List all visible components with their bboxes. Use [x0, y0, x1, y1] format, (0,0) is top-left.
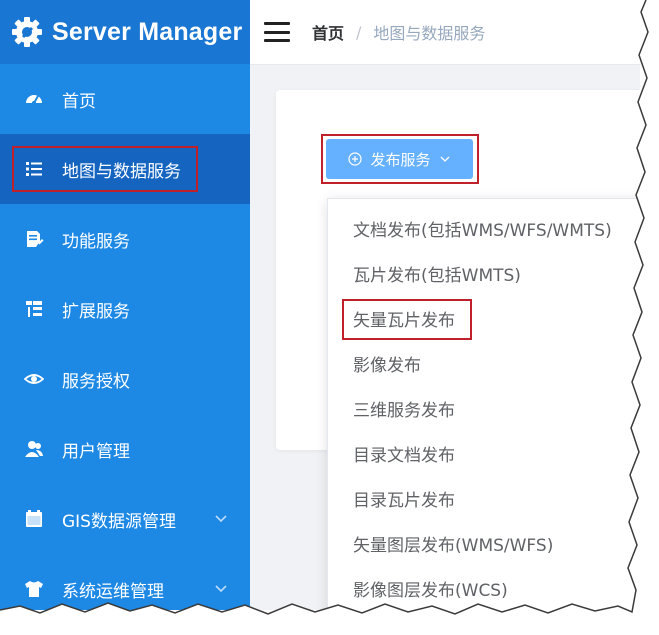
sidebar-item-label: GIS数据源管理	[62, 511, 176, 532]
breadcrumb-separator: /	[356, 22, 362, 42]
highlight-box	[12, 146, 198, 192]
dropdown-item-image-publish[interactable]: 影像发布	[328, 344, 640, 389]
plus-circle-icon	[348, 152, 363, 166]
sidebar-item-gis-datasource[interactable]: GIS数据源管理	[0, 484, 250, 554]
sidebar-item-home[interactable]: 首页	[0, 64, 250, 134]
sidebar-item-map-data-services[interactable]: 地图与数据服务	[0, 134, 250, 204]
eye-icon	[22, 367, 46, 391]
hamburger-menu-icon[interactable]	[264, 22, 290, 42]
sidebar-item-system-ops[interactable]: 系统运维管理	[0, 554, 250, 610]
dropdown-item-vector-layer-publish[interactable]: 矢量图层发布(WMS/WFS)	[328, 524, 640, 569]
top-header: 首页 / 地图与数据服务	[250, 0, 640, 65]
sidebar-item-label: 功能服务	[62, 231, 130, 252]
chevron-down-icon[interactable]	[214, 581, 228, 595]
highlight-box	[342, 299, 472, 340]
sidebar-item-function-services[interactable]: 功能服务	[0, 204, 250, 274]
breadcrumb: 首页 / 地图与数据服务	[312, 20, 485, 44]
dropdown-item-catalog-tile-publish[interactable]: 目录瓦片发布	[328, 479, 640, 524]
brand-bar: Server Manager	[0, 0, 250, 64]
app-title: Server Manager	[52, 17, 243, 46]
sidebar-item-label: 用户管理	[62, 441, 130, 462]
dashboard-icon	[22, 87, 46, 111]
edit-doc-icon	[22, 227, 46, 251]
sidebar-item-label: 扩展服务	[62, 301, 130, 322]
breadcrumb-home[interactable]: 首页	[312, 20, 344, 44]
dropdown-item-document-publish[interactable]: 文档发布(包括WMS/WFS/WMTS)	[328, 209, 640, 254]
publish-service-label: 发布服务	[370, 150, 431, 169]
publish-service-button[interactable]: 发布服务	[326, 139, 473, 179]
chevron-down-icon[interactable]	[214, 511, 228, 525]
dropdown-item-catalog-document-publish[interactable]: 目录文档发布	[328, 434, 640, 479]
sidebar-item-extension-services[interactable]: 扩展服务	[0, 274, 250, 344]
folder-icon	[22, 507, 46, 531]
dropdown-item-3d-service-publish[interactable]: 三维服务发布	[328, 389, 640, 434]
dropdown-item-image-layer-publish[interactable]: 影像图层发布(WCS)	[328, 569, 640, 610]
gear-icon	[10, 15, 44, 49]
sidebar-menu: 首页 地图与数据服务 功能服务 扩展服务 服务授权 用户管理 GIS数据源管理 …	[0, 64, 250, 610]
tree-icon	[22, 297, 46, 321]
sidebar-item-label: 首页	[62, 91, 96, 112]
publish-dropdown-menu: 文档发布(包括WMS/WFS/WMTS) 瓦片发布(包括WMTS) 矢量瓦片发布…	[327, 198, 640, 610]
chevron-down-icon	[440, 156, 449, 162]
users-icon	[22, 437, 46, 461]
sidebar-item-label: 系统运维管理	[62, 581, 164, 602]
breadcrumb-current: 地图与数据服务	[373, 24, 486, 43]
sidebar: Server Manager 首页 地图与数据服务 功能服务 扩展服务 服务授权…	[0, 0, 250, 610]
shirt-icon	[22, 577, 46, 601]
sidebar-item-service-authorization[interactable]: 服务授权	[0, 344, 250, 414]
sidebar-item-user-management[interactable]: 用户管理	[0, 414, 250, 484]
dropdown-item-tile-publish[interactable]: 瓦片发布(包括WMTS)	[328, 254, 640, 299]
sidebar-item-label: 服务授权	[62, 371, 130, 392]
app-window: Server Manager 首页 地图与数据服务 功能服务 扩展服务 服务授权…	[0, 0, 640, 610]
